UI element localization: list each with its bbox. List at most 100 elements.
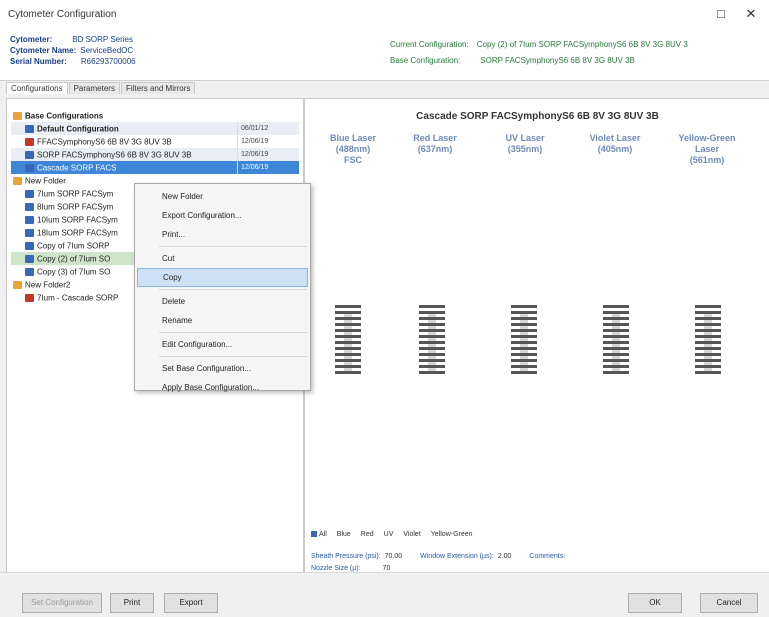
laser-label-line: (355nm) [507, 144, 543, 154]
menu-item-cut[interactable]: Cut [137, 249, 308, 268]
detector-slot [695, 305, 721, 308]
detector-array[interactable] [603, 305, 629, 379]
detector-slot [695, 335, 721, 338]
window-extension-label: Window Extension (µs): [420, 553, 494, 560]
legend-item[interactable]: Blue [337, 531, 356, 538]
ok-button[interactable]: OK [628, 593, 682, 613]
legend-item[interactable]: Yellow-Green [431, 531, 478, 538]
serial-number-value: R66293700006 [80, 57, 136, 66]
detector-array[interactable] [695, 305, 721, 379]
menu-item-delete[interactable]: Delete [137, 292, 308, 311]
detector-slot [511, 335, 537, 338]
button-bar: Set Configuration Print Export OK Cancel [0, 572, 769, 617]
laser-label-line: (405nm) [597, 144, 633, 154]
detector-slot [511, 323, 537, 326]
cytometer-row: Cytometer: BD SORP Series [10, 35, 133, 44]
print-button[interactable]: Print [110, 593, 154, 613]
tree-item-date: 12/06/19 [237, 135, 299, 148]
cytometer-name-label: Cytometer Name: [10, 46, 77, 55]
legend-item[interactable]: UV [384, 531, 399, 538]
window-title: Cytometer Configuration [8, 9, 117, 20]
tree-item-label: 7Ium - Cascade SORP [37, 293, 119, 303]
tree-item-label: 10Ium SORP FACSym [37, 215, 118, 225]
base-configuration-label: Base Configuration: [390, 56, 461, 65]
menu-item-apply-base-configuration[interactable]: Apply Base Configuration... [137, 378, 308, 397]
legend-label: UV [383, 531, 394, 538]
legend-item[interactable]: All [311, 531, 332, 538]
export-button[interactable]: Export [164, 593, 218, 613]
detector-slot [335, 317, 361, 320]
detector-slot [419, 317, 445, 320]
menu-item-print[interactable]: Print... [137, 225, 308, 244]
maximize-button[interactable]: □ [708, 4, 734, 24]
detector-slot [419, 329, 445, 332]
set-configuration-button[interactable]: Set Configuration [22, 593, 102, 613]
base-configuration-row: Base Configuration: SORP FACSymphonyS6 6B… [390, 56, 635, 65]
menu-item-export-configuration[interactable]: Export Configuration... [137, 206, 308, 225]
detector-slot [603, 353, 629, 356]
laser-label-line: UV Laser [505, 133, 545, 143]
cancel-button[interactable]: Cancel [700, 593, 758, 613]
configuration-detail-pane: Cascade SORP FACSymphonyS6 6B 8V 3G 8UV … [304, 98, 769, 574]
tree-item[interactable]: FFACSymphonyS6 6B 8V 3G 8UV 3B 12/06/19 [11, 135, 299, 148]
tree-item-date: 06/01/12 [237, 122, 299, 135]
close-button[interactable]: ✕ [738, 4, 764, 24]
tree-item-label: FFACSymphonyS6 6B 8V 3G 8UV 3B [37, 137, 172, 147]
cytometer-name-row: Cytometer Name: ServiceBedOC [10, 46, 133, 55]
tab-strip: Configurations Parameters Filters and Mirr… [6, 82, 196, 96]
legend-item[interactable]: Red [361, 531, 379, 538]
detector-slot [511, 353, 537, 356]
tab-parameters[interactable]: Parameters [68, 82, 120, 94]
sheath-pressure-value: 70.00 [384, 553, 403, 560]
tab-filters-and-mirrors[interactable]: Filters and Mirrors [120, 82, 196, 94]
configuration-title: Cascade SORP FACSymphonyS6 6B 8V 3G 8UV … [416, 111, 659, 122]
detector-slot [695, 329, 721, 332]
detector-slot [419, 341, 445, 344]
tree-item-label: 7Ium SORP FACSym [37, 189, 114, 199]
tree-item-label: Copy of 7Ium SORP [37, 241, 110, 251]
tree-item[interactable]: Cascade SORP FACS 12/06/19 [11, 161, 299, 174]
detector-slot [603, 317, 629, 320]
menu-item-rename[interactable]: Rename [137, 311, 308, 330]
tree-item[interactable]: SORP FACSymphonyS6 6B 8V 3G 8UV 3B 12/06/… [11, 148, 299, 161]
detector-slot [335, 341, 361, 344]
laser-column-header: UV Laser (355nm) [485, 133, 565, 155]
detector-slot [419, 311, 445, 314]
configuration-icon [25, 228, 34, 237]
tree-item-label: Copy (2) of 7Ium SO [37, 254, 111, 264]
folder-icon [13, 111, 22, 120]
laser-label-line: Red Laser [413, 133, 457, 143]
context-menu: New Folder Export Configuration... Print..… [134, 183, 311, 392]
detector-slot [511, 347, 537, 350]
laser-label-line: FSC [344, 155, 362, 165]
detector-slot [603, 365, 629, 368]
configuration-icon [25, 267, 34, 276]
detector-slot [603, 305, 629, 308]
tree-folder[interactable]: Base Configurations [11, 109, 299, 122]
tree-item-label: New Folder2 [25, 280, 71, 290]
menu-item-edit-configuration[interactable]: Edit Configuration... [137, 335, 308, 354]
detector-slot [695, 371, 721, 374]
tab-configurations[interactable]: Configurations [6, 82, 68, 94]
detector-slot [419, 371, 445, 374]
detector-slot [603, 371, 629, 374]
detector-slot [695, 365, 721, 368]
menu-item-new-folder[interactable]: New Folder [137, 187, 308, 206]
detector-array[interactable] [511, 305, 537, 379]
detector-array[interactable] [419, 305, 445, 379]
tree-item[interactable]: Default Configuration 06/01/12 [11, 122, 299, 135]
legend-item[interactable]: Violet [403, 531, 425, 538]
laser-label-line: Laser [694, 144, 720, 154]
detector-slot [511, 371, 537, 374]
detector-array[interactable] [335, 305, 361, 379]
current-configuration-value: Copy (2) of 7Ium SORP FACSymphonyS6 6B 8… [476, 40, 688, 49]
cytometer-name-value: ServiceBedOC [80, 46, 134, 55]
laser-column-header: Blue Laser (488nm) FSC [313, 133, 393, 166]
menu-item-copy[interactable]: Copy [137, 268, 308, 287]
laser-column-header: Red Laser (637nm) [395, 133, 475, 155]
folder-icon [13, 280, 22, 289]
tree-item-label: 8Ium SORP FACSym [37, 202, 114, 212]
menu-item-set-base-configuration[interactable]: Set Base Configuration... [137, 359, 308, 378]
detector-slot [603, 329, 629, 332]
detector-slot [511, 329, 537, 332]
